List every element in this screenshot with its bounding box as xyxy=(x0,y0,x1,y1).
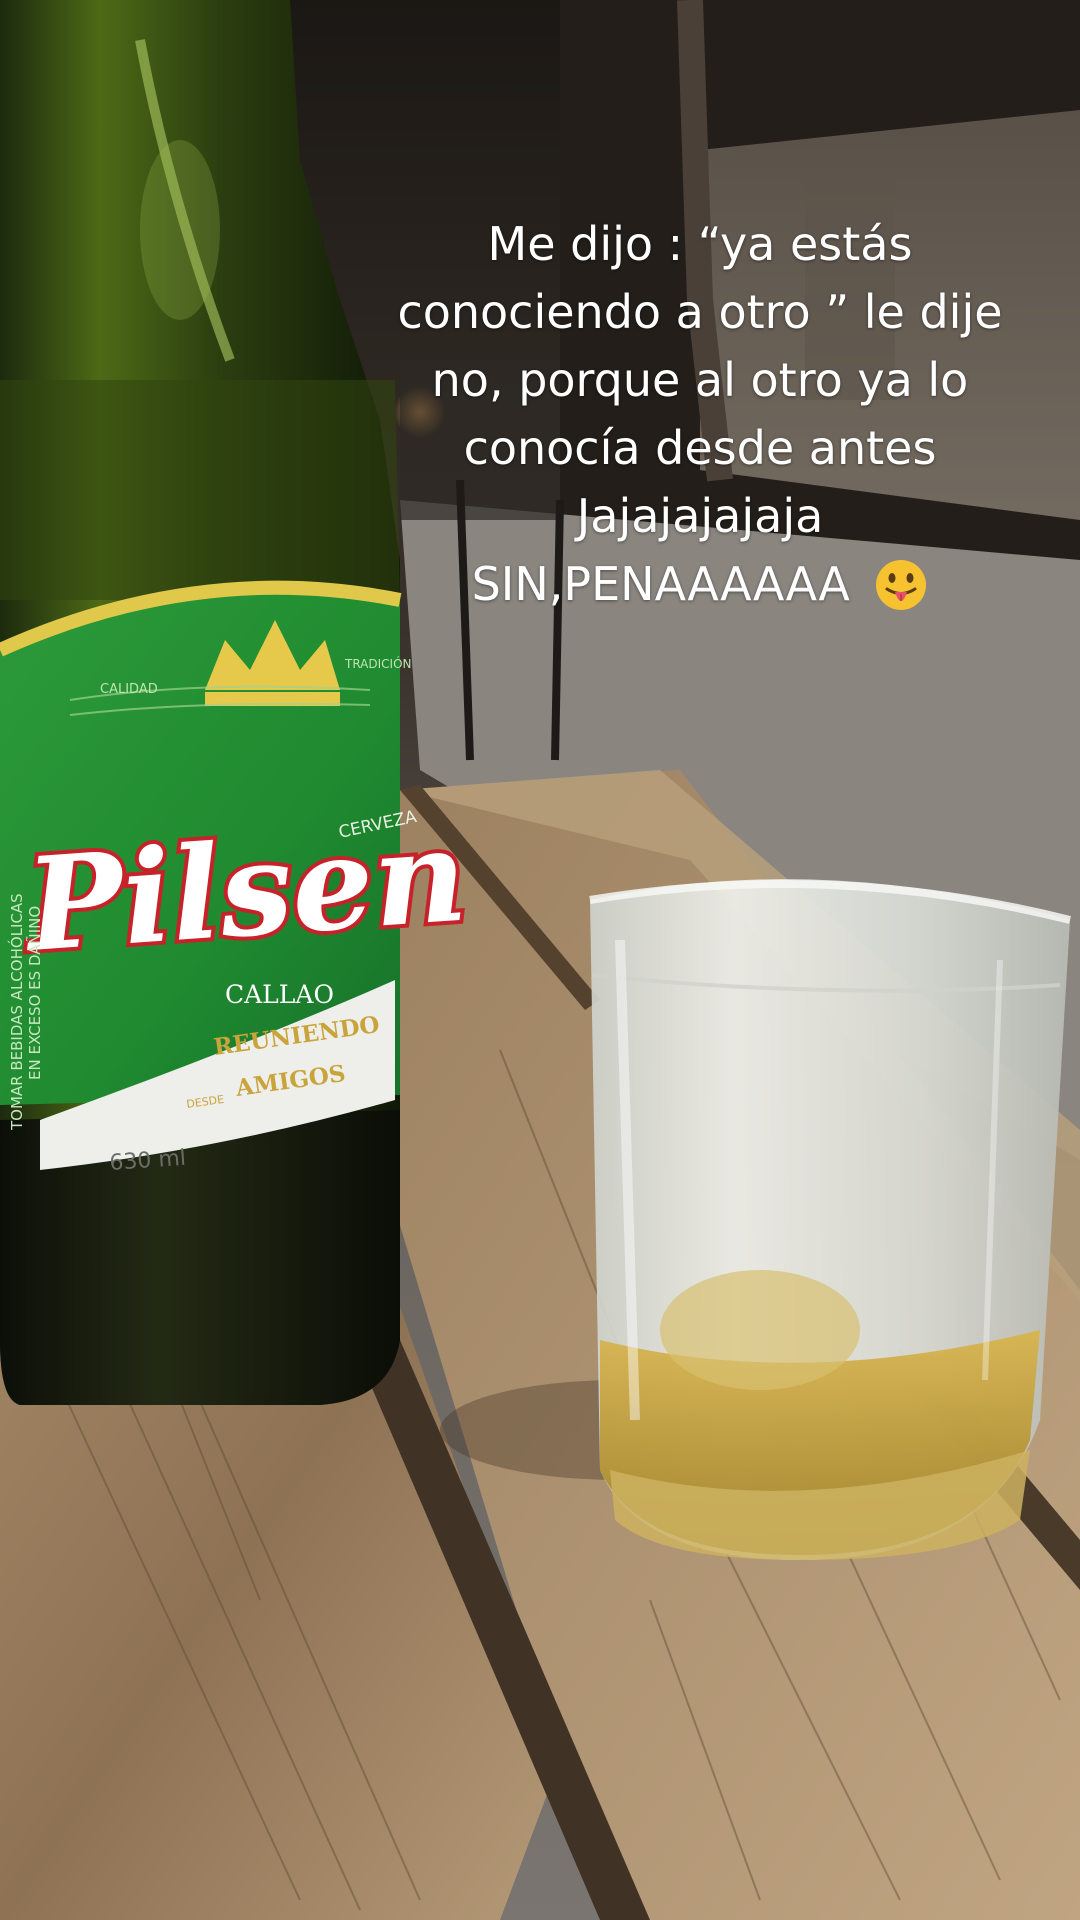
caption-last-line: SIN,PENAAAAAA xyxy=(360,550,1040,630)
caption-line: SIN,PENAAAAAA xyxy=(471,557,850,611)
caption-line: Me dijo : “ya estás xyxy=(487,217,913,271)
face-with-tongue-icon xyxy=(874,558,928,630)
caption-line: Jajajajajaja xyxy=(576,489,824,543)
label-city: CALLAO xyxy=(225,980,334,1009)
caption-line: conocía desde antes xyxy=(463,421,937,475)
label-side-text-1: TOMAR BEBIDAS ALCOHÓLICAS xyxy=(7,893,26,1131)
story-caption: Me dijo : “ya estás conociendo a otro ” … xyxy=(360,210,1040,630)
label-side-text-2: EN EXCESO ES DAÑINO xyxy=(25,906,44,1080)
label-volume: 630 ml xyxy=(109,1146,187,1176)
label-brand: Pilsen xyxy=(19,801,471,982)
label-band-right: TRADICIÓN xyxy=(344,656,412,671)
caption-line: no, porque al otro ya lo xyxy=(431,353,969,407)
caption-line: conociendo a otro ” le dije xyxy=(397,285,1003,339)
label-band-left: CALIDAD xyxy=(100,682,158,697)
